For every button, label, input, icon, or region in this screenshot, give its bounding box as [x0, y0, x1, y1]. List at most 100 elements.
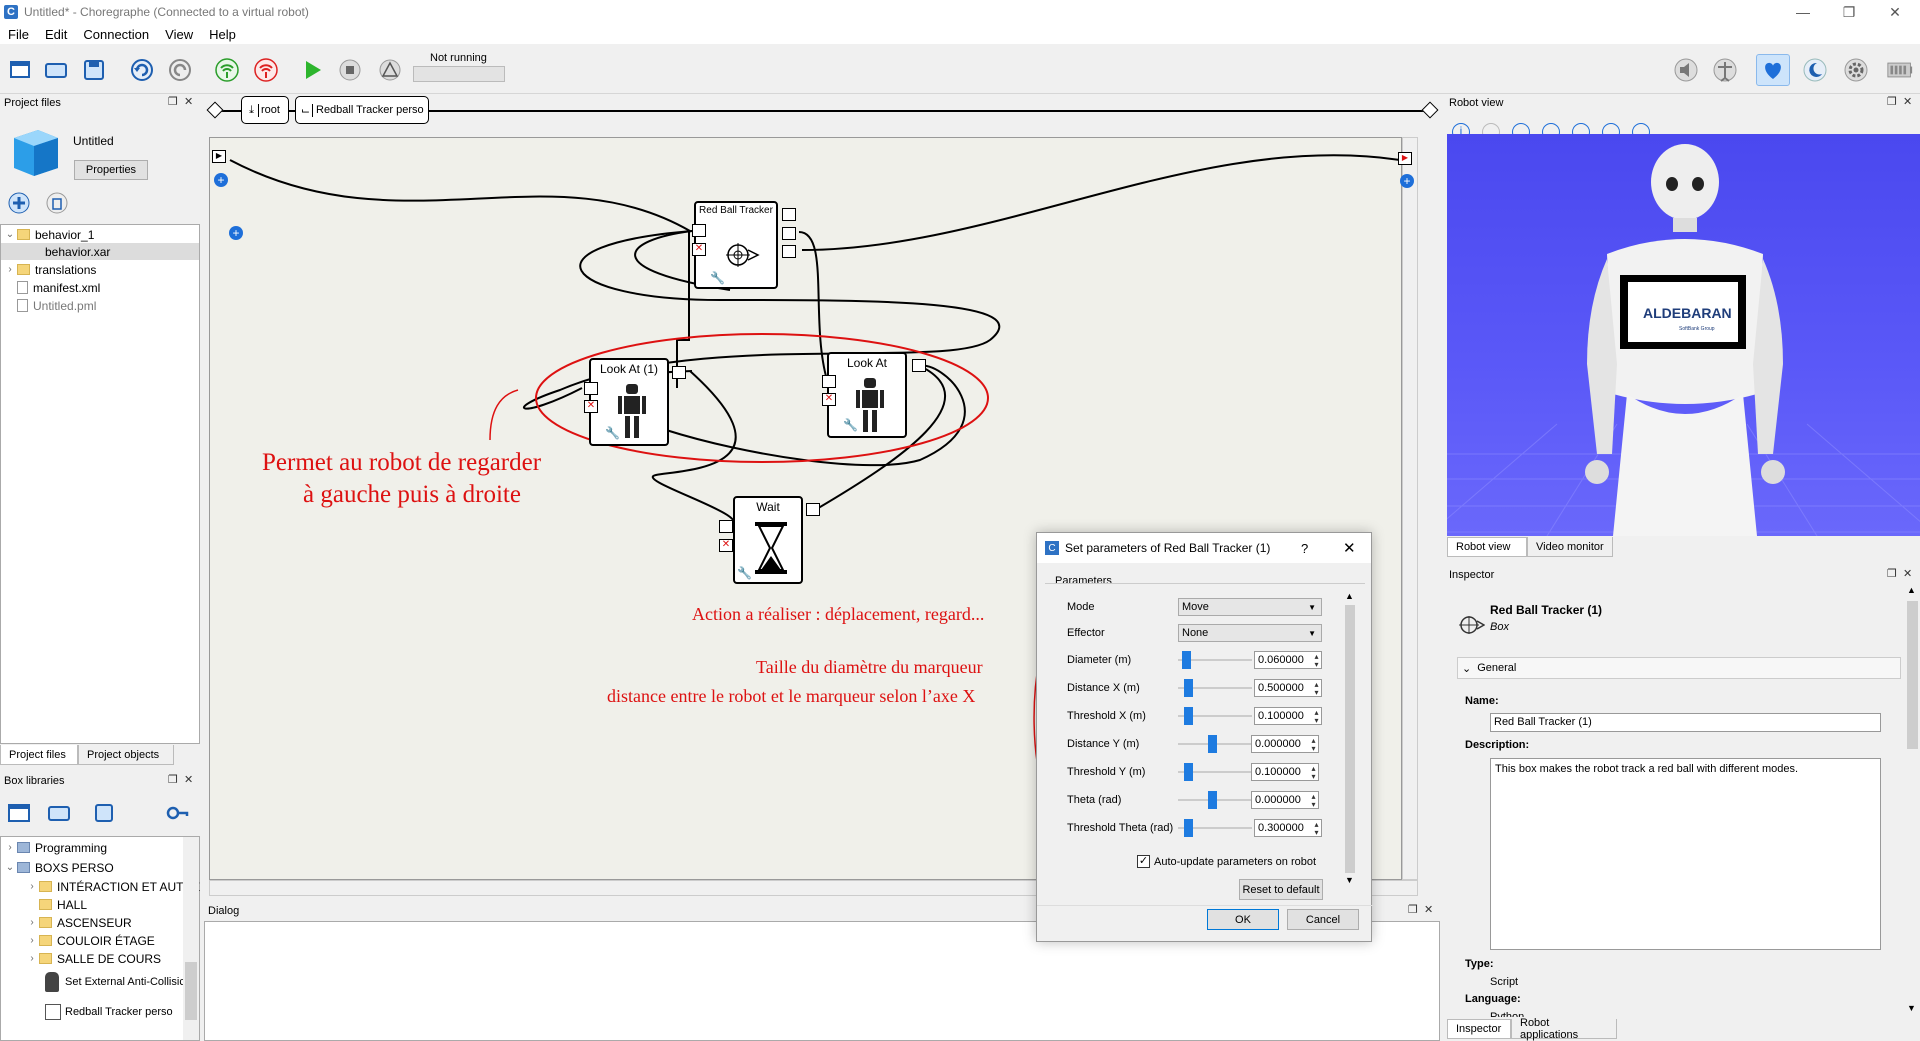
inspector-title: Inspector — [1449, 569, 1495, 581]
add-output-icon[interactable]: + — [1400, 174, 1414, 188]
add-parameter-icon[interactable]: + — [229, 226, 243, 240]
wrench-icon[interactable]: 🔧 — [843, 418, 858, 432]
box-stop-port[interactable]: ✕ — [584, 400, 598, 413]
type-value: Script — [1490, 976, 1519, 988]
dialog-close-button[interactable]: ✕ — [1343, 539, 1356, 557]
threshold-y-slider[interactable] — [1178, 762, 1252, 782]
general-section-header[interactable]: ⌄ General — [1457, 657, 1901, 679]
box-output-port[interactable] — [782, 227, 796, 240]
behavior-input-port[interactable]: ▶ — [212, 150, 226, 163]
float-panel-icon[interactable]: ❐ — [1887, 95, 1897, 108]
robot-render: ALDEBARAN SoftBank Group — [1447, 144, 1920, 536]
diameter-slider[interactable] — [1178, 650, 1252, 670]
box-input-port[interactable] — [719, 520, 733, 533]
inspector-scrollbar[interactable]: ▲ ▼ — [1905, 585, 1920, 1017]
reset-to-default-button[interactable]: Reset to default — [1239, 879, 1323, 900]
annotation-arrow — [489, 389, 519, 441]
float-panel-icon[interactable]: ❐ — [1887, 567, 1897, 580]
box-stop-port[interactable]: ✕ — [692, 243, 706, 256]
inspector-box-kind: Box — [1490, 621, 1509, 633]
box-output-port[interactable] — [782, 245, 796, 258]
box-look-at-1[interactable]: Look At (1) 🔧 — [589, 358, 669, 446]
behavior-output-port[interactable]: ▶ — [1398, 152, 1412, 165]
dialog-panel-title: Dialog — [208, 905, 240, 917]
slider-handle[interactable] — [1184, 707, 1193, 725]
dialog-scrollbar[interactable]: ▲ ▼ — [1343, 591, 1357, 887]
group-divider — [1045, 583, 1365, 584]
slider-handle[interactable] — [1208, 735, 1217, 753]
threshold-y-spinbox[interactable]: 0.100000 — [1251, 763, 1319, 781]
box-input-port[interactable] — [692, 224, 706, 237]
description-textarea[interactable]: This box makes the robot track a red bal… — [1490, 758, 1881, 950]
wrench-icon[interactable]: 🔧 — [737, 566, 752, 580]
box-output-port[interactable] — [782, 208, 796, 221]
theta-spinbox[interactable]: 0.000000 — [1251, 791, 1319, 809]
distance-x-slider[interactable] — [1178, 678, 1252, 698]
type-label: Type: — [1465, 958, 1494, 970]
wrench-icon[interactable]: 🔧 — [605, 426, 620, 440]
box-red-ball-tracker[interactable]: Red Ball Tracker 🔧 — [694, 201, 778, 289]
auto-update-checkbox[interactable]: ✓ — [1137, 855, 1150, 868]
tab-video-monitor[interactable]: Video monitor — [1527, 537, 1613, 557]
slider-handle[interactable] — [1184, 679, 1193, 697]
tablet-brand-text: ALDEBARAN — [1643, 305, 1732, 321]
box-title: Look At (1) — [599, 362, 659, 376]
wrench-icon[interactable]: 🔧 — [710, 271, 725, 285]
annotation-diameter-text: Taille du diamètre du marqueur — [756, 657, 983, 677]
robot-3d-view[interactable]: ALDEBARAN SoftBank Group — [1447, 134, 1920, 536]
box-stop-port[interactable]: ✕ — [822, 393, 836, 406]
diameter-spinbox[interactable]: 0.060000 — [1254, 651, 1322, 669]
tab-inspector[interactable]: Inspector — [1447, 1019, 1511, 1039]
scroll-down-icon[interactable]: ▼ — [1345, 875, 1354, 885]
close-panel-icon[interactable]: ✕ — [1424, 903, 1433, 916]
robot-view-header: Robot view ❐ ✕ — [1445, 94, 1920, 112]
threshold-x-spinbox[interactable]: 0.100000 — [1254, 707, 1322, 725]
close-panel-icon[interactable]: ✕ — [1903, 95, 1912, 108]
add-input-icon[interactable]: + — [214, 173, 228, 187]
language-label: Language: — [1465, 993, 1521, 1005]
scroll-up-icon[interactable]: ▲ — [1345, 591, 1354, 601]
box-input-port[interactable] — [822, 375, 836, 388]
slider-handle[interactable] — [1184, 763, 1193, 781]
robot-view-title: Robot view — [1449, 97, 1504, 109]
box-input-port[interactable] — [584, 382, 598, 395]
float-panel-icon[interactable]: ❐ — [1408, 903, 1418, 916]
threshold-theta-slider[interactable] — [1178, 818, 1252, 838]
slider-handle[interactable] — [1208, 791, 1217, 809]
box-output-port[interactable] — [912, 359, 926, 372]
chevron-down-icon[interactable]: ⌄ — [1462, 662, 1471, 675]
ok-button[interactable]: OK — [1207, 909, 1279, 930]
scroll-down-icon[interactable]: ▼ — [1907, 1003, 1916, 1013]
slider-handle[interactable] — [1184, 819, 1193, 837]
distance-y-spinbox[interactable]: 0.000000 — [1251, 735, 1319, 753]
dialog-title: Set parameters of Red Ball Tracker (1) — [1065, 541, 1271, 555]
effector-select[interactable]: None — [1178, 624, 1322, 642]
cancel-button[interactable]: Cancel — [1287, 909, 1359, 930]
threshold-x-slider[interactable] — [1178, 706, 1252, 726]
box-output-port[interactable] — [672, 366, 686, 379]
box-stop-port[interactable]: ✕ — [719, 539, 733, 552]
theta-slider[interactable] — [1178, 790, 1252, 810]
target-tracker-icon — [726, 243, 760, 267]
slider-handle[interactable] — [1182, 651, 1191, 669]
robot-icon — [856, 378, 884, 432]
tab-robot-applications[interactable]: Robot applications — [1511, 1017, 1617, 1041]
close-panel-icon[interactable]: ✕ — [1903, 567, 1912, 580]
scroll-up-icon[interactable]: ▲ — [1907, 585, 1916, 595]
annotation-look-text-2: à gauche puis à droite — [303, 481, 521, 508]
threshold-theta-spinbox[interactable]: 0.300000 — [1254, 819, 1322, 837]
help-button[interactable]: ? — [1301, 541, 1308, 556]
box-look-at[interactable]: Look At 🔧 — [827, 352, 907, 438]
tab-robot-view[interactable]: Robot view — [1447, 537, 1527, 557]
name-input[interactable]: Red Ball Tracker (1) — [1490, 713, 1881, 732]
dialog-title-bar: C Set parameters of Red Ball Tracker (1)… — [1037, 533, 1371, 563]
box-output-port[interactable] — [806, 503, 820, 516]
distance-y-slider[interactable] — [1178, 734, 1252, 754]
distance-x-spinbox[interactable]: 0.500000 — [1254, 679, 1322, 697]
inspector-content: Red Ball Tracker (1) Box ⌄ General Name: … — [1445, 585, 1905, 1017]
mode-select[interactable]: Move — [1178, 598, 1322, 616]
auto-update-label: Auto-update parameters on robot — [1154, 855, 1317, 868]
box-wait[interactable]: Wait 🔧 — [733, 496, 803, 584]
box-title: Look At — [846, 356, 888, 370]
hourglass-icon — [755, 522, 787, 574]
